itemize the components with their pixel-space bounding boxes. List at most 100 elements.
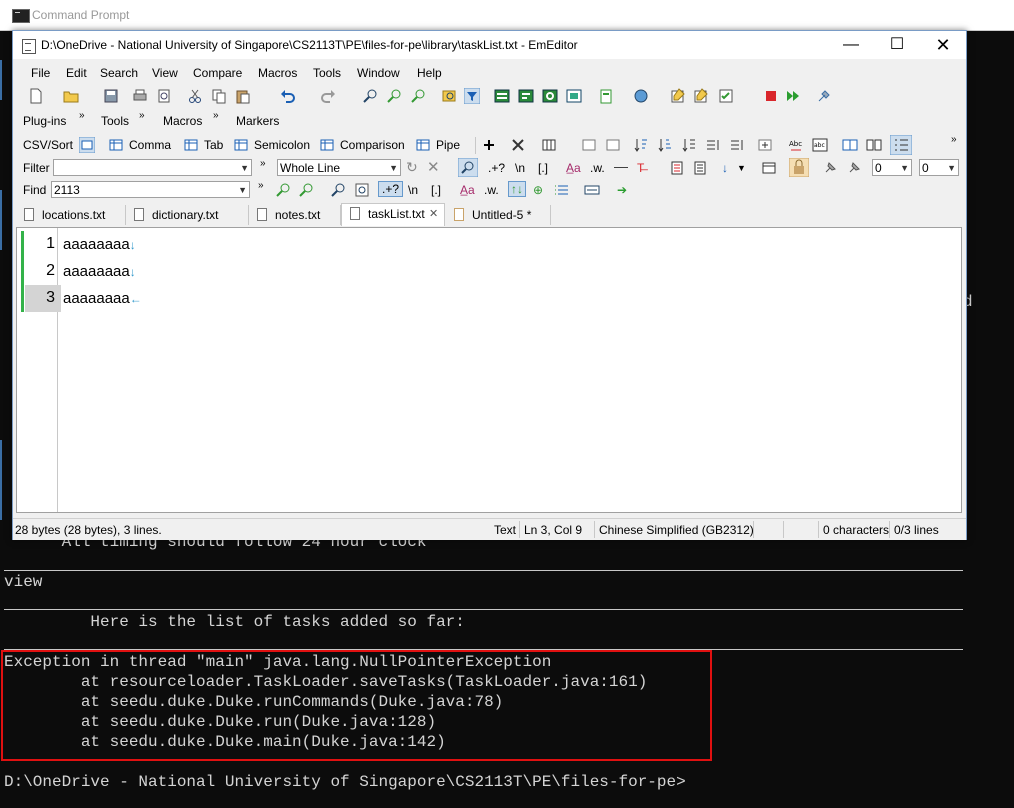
new-file-icon[interactable] bbox=[28, 88, 44, 104]
outline-icon[interactable] bbox=[890, 135, 912, 155]
pin-icon[interactable] bbox=[846, 160, 862, 176]
toggle-view-icon[interactable] bbox=[494, 88, 510, 104]
menu-edit[interactable]: Edit bbox=[66, 66, 87, 80]
table-icon[interactable] bbox=[183, 137, 199, 153]
spell-check-icon[interactable]: Abc bbox=[788, 137, 804, 153]
note-icon[interactable] bbox=[670, 88, 686, 104]
list-icon[interactable] bbox=[554, 182, 570, 198]
join-icon[interactable] bbox=[757, 137, 773, 153]
record-macro-icon[interactable] bbox=[763, 88, 779, 104]
filter-icon[interactable] bbox=[464, 88, 480, 104]
chevron-right-icon[interactable]: » bbox=[951, 134, 957, 145]
whole-word-icon[interactable]: .w. bbox=[590, 161, 605, 175]
markers-toolbar-label[interactable]: Markers bbox=[236, 114, 279, 128]
lock-icon[interactable] bbox=[789, 158, 809, 177]
column-icon[interactable] bbox=[605, 137, 621, 153]
print-icon[interactable] bbox=[132, 88, 148, 104]
filter-input[interactable]: ▼ bbox=[53, 159, 252, 176]
find-previous-icon[interactable] bbox=[276, 182, 292, 198]
table-icon[interactable] bbox=[108, 137, 124, 153]
go-arrow-icon[interactable]: ➔ bbox=[617, 183, 627, 197]
close-button[interactable]: ✕ bbox=[920, 31, 966, 59]
split-view-icon[interactable] bbox=[842, 137, 858, 153]
menu-view[interactable]: View bbox=[152, 66, 178, 80]
dash-icon[interactable]: — bbox=[614, 158, 628, 174]
tools-toolbar-label[interactable]: Tools bbox=[101, 114, 129, 128]
text-line[interactable]: aaaaaaaa↓ bbox=[63, 259, 136, 285]
sort-icon[interactable] bbox=[729, 137, 745, 153]
chevron-right-icon[interactable]: » bbox=[258, 180, 264, 191]
copy-icon[interactable] bbox=[211, 88, 227, 104]
checklist-icon[interactable] bbox=[718, 88, 734, 104]
table-icon[interactable] bbox=[233, 137, 249, 153]
tab-separator-button[interactable]: Tab bbox=[204, 138, 223, 152]
clear-filter-icon[interactable]: ✕ bbox=[427, 158, 440, 176]
find-brackets-button[interactable]: [.] bbox=[431, 183, 441, 197]
menu-window[interactable]: Window bbox=[357, 66, 400, 80]
maximize-button[interactable]: ☐ bbox=[874, 31, 920, 59]
tab-tasklist[interactable]: taskList.txt ✕ bbox=[341, 203, 445, 226]
cut-icon[interactable] bbox=[187, 88, 203, 104]
tab-untitled[interactable]: Untitled-5 * bbox=[446, 205, 551, 225]
window-icon[interactable] bbox=[761, 160, 777, 176]
menu-search[interactable]: Search bbox=[100, 66, 138, 80]
find-newline-button[interactable]: \n bbox=[408, 183, 418, 197]
context-before-select[interactable]: 0 ▼ bbox=[872, 159, 912, 176]
redo-icon[interactable] bbox=[320, 88, 336, 104]
document-icon[interactable] bbox=[692, 160, 708, 176]
find-icon[interactable] bbox=[331, 182, 347, 198]
output-icon[interactable] bbox=[584, 182, 600, 198]
chevron-down-icon[interactable]: ▼ bbox=[947, 160, 956, 177]
semicolon-button[interactable]: Semicolon bbox=[254, 138, 310, 152]
table-icon[interactable] bbox=[319, 137, 335, 153]
tab-dictionary[interactable]: dictionary.txt bbox=[126, 205, 249, 225]
arrow-down-icon[interactable]: ↓ bbox=[722, 161, 728, 175]
add-column-icon[interactable] bbox=[481, 137, 497, 153]
refresh-filter-icon[interactable]: ↻ bbox=[406, 159, 418, 176]
chevron-down-icon[interactable]: ▼ bbox=[737, 163, 746, 173]
open-folder-icon[interactable] bbox=[63, 88, 79, 104]
match-case-icon[interactable]: A̲a bbox=[566, 161, 581, 175]
refresh-icon[interactable] bbox=[542, 88, 558, 104]
status-mode[interactable]: Text bbox=[494, 523, 516, 537]
settings-icon[interactable] bbox=[510, 137, 526, 153]
chevron-down-icon[interactable]: ▼ bbox=[238, 182, 247, 199]
plugin-icon[interactable] bbox=[816, 88, 832, 104]
text-line[interactable]: aaaaaaaa← bbox=[63, 286, 142, 312]
menu-macros[interactable]: Macros bbox=[258, 66, 297, 80]
pipe-button[interactable]: Pipe bbox=[436, 138, 460, 152]
chevron-right-icon[interactable]: » bbox=[260, 158, 266, 169]
highlight-icon[interactable]: ⊕ bbox=[533, 183, 543, 197]
macros-toolbar-label[interactable]: Macros bbox=[163, 114, 202, 128]
filter-regex-button[interactable]: .+? bbox=[488, 161, 505, 175]
find-prev-icon[interactable] bbox=[411, 88, 427, 104]
menu-file[interactable]: File bbox=[31, 66, 50, 80]
sort-num-icon[interactable] bbox=[681, 137, 697, 153]
find-icon[interactable] bbox=[363, 88, 379, 104]
globe-icon[interactable] bbox=[633, 88, 649, 104]
whole-word-icon[interactable]: .w. bbox=[484, 183, 499, 197]
sort-icon[interactable] bbox=[705, 137, 721, 153]
clear-format-icon[interactable]: T̶ bbox=[637, 161, 644, 175]
close-tab-icon[interactable]: ✕ bbox=[429, 204, 438, 224]
filter-search-icon[interactable] bbox=[458, 158, 478, 177]
chevron-down-icon[interactable]: ▼ bbox=[900, 160, 909, 177]
table-icon[interactable] bbox=[415, 137, 431, 153]
word-wrap-icon[interactable] bbox=[518, 88, 534, 104]
chevron-right-icon[interactable]: » bbox=[139, 110, 145, 121]
find-in-files-icon[interactable] bbox=[441, 88, 457, 104]
find-next-icon[interactable] bbox=[387, 88, 403, 104]
pin-icon[interactable] bbox=[822, 160, 838, 176]
menu-help[interactable]: Help bbox=[417, 66, 442, 80]
cmd-title-bar[interactable]: Command Prompt bbox=[0, 0, 1014, 31]
print-preview-icon[interactable] bbox=[156, 88, 172, 104]
comma-button[interactable]: Comma bbox=[129, 138, 171, 152]
filter-newline-button[interactable]: \n bbox=[515, 161, 525, 175]
find-regex-button[interactable]: .+? bbox=[378, 181, 404, 197]
tab-notes[interactable]: notes.txt bbox=[249, 205, 341, 225]
tab-locations[interactable]: locations.txt bbox=[16, 205, 126, 225]
csv-toggle-icon[interactable] bbox=[79, 137, 95, 153]
save-icon[interactable] bbox=[103, 88, 119, 104]
status-position[interactable]: Ln 3, Col 9 bbox=[524, 523, 582, 537]
filter-mode-select[interactable]: Whole Line ▼ bbox=[277, 159, 401, 176]
